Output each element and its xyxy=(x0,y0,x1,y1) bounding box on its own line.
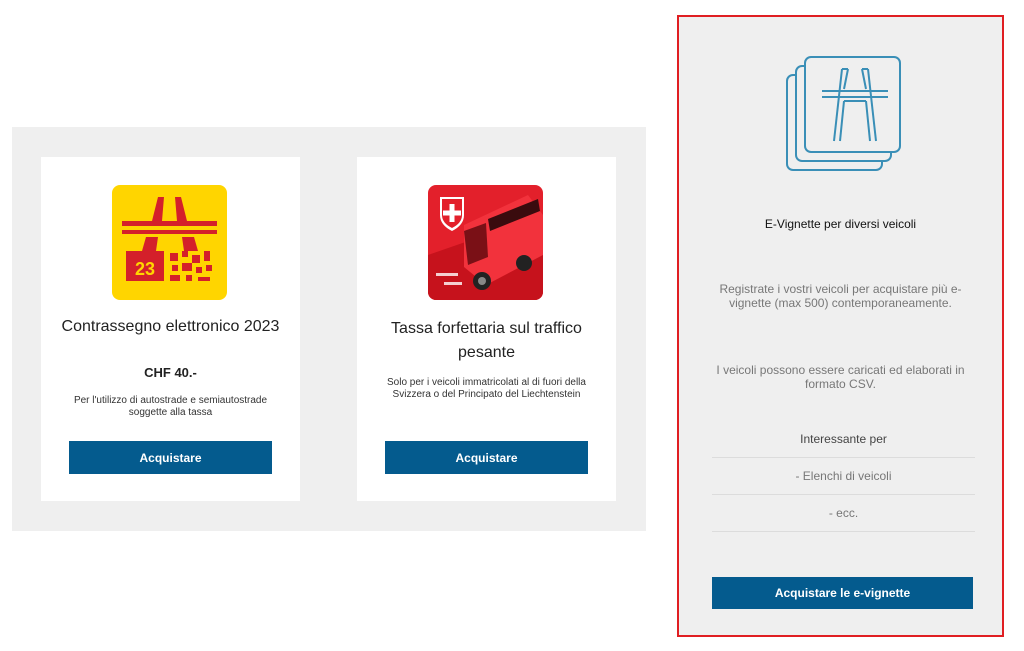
buy-vignette-button[interactable]: Acquistare xyxy=(69,441,272,474)
card-title: Contrassegno elettronico 2023 xyxy=(61,318,280,335)
heavy-traffic-truck-image xyxy=(428,185,543,300)
card-price: CHF 40.- xyxy=(144,365,197,380)
card-description: Solo per i veicoli immatricolati al di f… xyxy=(387,377,586,400)
interest-heading: Interessante per xyxy=(712,421,975,458)
motorway-cards-icon xyxy=(786,56,901,171)
panel-csv-note: I veicoli possono essere caricati ed ela… xyxy=(716,363,965,391)
interest-item: - Elenchi di veicoli xyxy=(712,458,975,495)
card-heavy-traffic-tax: Tassa forfettaria sul traffico pesante S… xyxy=(357,157,616,501)
card-vignette-2023: 23 Contrassegno elettronico 2023 CHF 40.… xyxy=(41,157,300,501)
interest-list: Interessante per - Elenchi di veicoli - … xyxy=(712,421,975,532)
panel-description: Registrate i vostri veicoli per acquista… xyxy=(719,282,962,310)
buy-evignettes-button[interactable]: Acquistare le e-vignette xyxy=(712,577,973,609)
vignette-year-text: 23 xyxy=(135,259,155,279)
card-description: Per l'utilizzo di autostrade e semiautos… xyxy=(73,395,268,418)
card-title: Tassa forfettaria sul traffico pesante xyxy=(391,320,582,361)
vignette-2023-image: 23 xyxy=(112,185,227,300)
interest-item: - ecc. xyxy=(712,495,975,532)
evignette-multi-vehicle-panel: E-Vignette per diversi veicoli Registrat… xyxy=(677,15,1004,637)
buy-heavy-traffic-button[interactable]: Acquistare xyxy=(385,441,588,474)
panel-title: E-Vignette per diversi veicoli xyxy=(764,217,917,231)
